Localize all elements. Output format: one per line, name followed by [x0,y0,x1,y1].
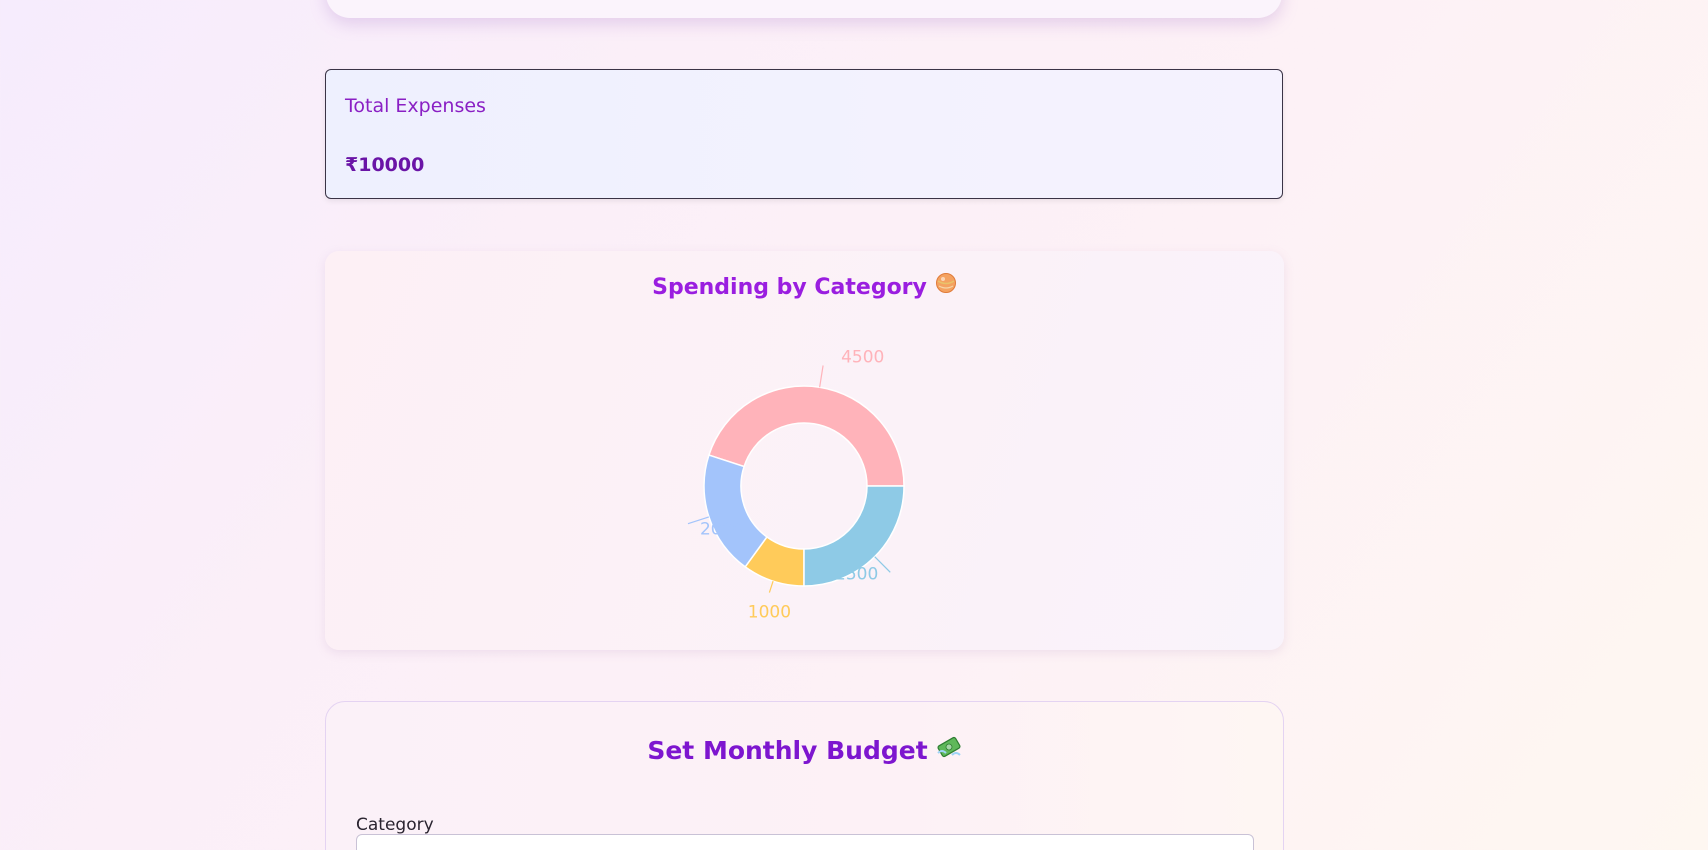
total-expenses-label: Total Expenses [345,95,486,117]
total-expenses-value: ₹10000 [345,154,425,176]
donut-label-leader-line [768,580,774,593]
donut-value-label: 2000 [700,520,743,540]
previous-section-card [326,0,1282,18]
donut-label-leader-line [819,365,824,388]
spending-donut-chart: 4500 2000 1000 2500 [687,348,905,623]
category-select[interactable] [356,834,1254,850]
total-expenses-card: Total Expenses ₹10000 [325,69,1283,199]
set-budget-card: Set Monthly Budget Category [325,701,1284,850]
spending-chart-card: Spending by Category 4500 2000 1000 2500 [325,251,1284,650]
set-budget-title: Set Monthly Budget [326,736,1283,767]
donut-value-label: 2500 [835,564,878,584]
category-label: Category [356,815,434,835]
donut-value-label: 4500 [841,348,884,368]
money-with-wings-icon [936,735,962,765]
donut-value-label: 1000 [748,603,791,623]
set-budget-title-text: Set Monthly Budget [647,736,928,765]
